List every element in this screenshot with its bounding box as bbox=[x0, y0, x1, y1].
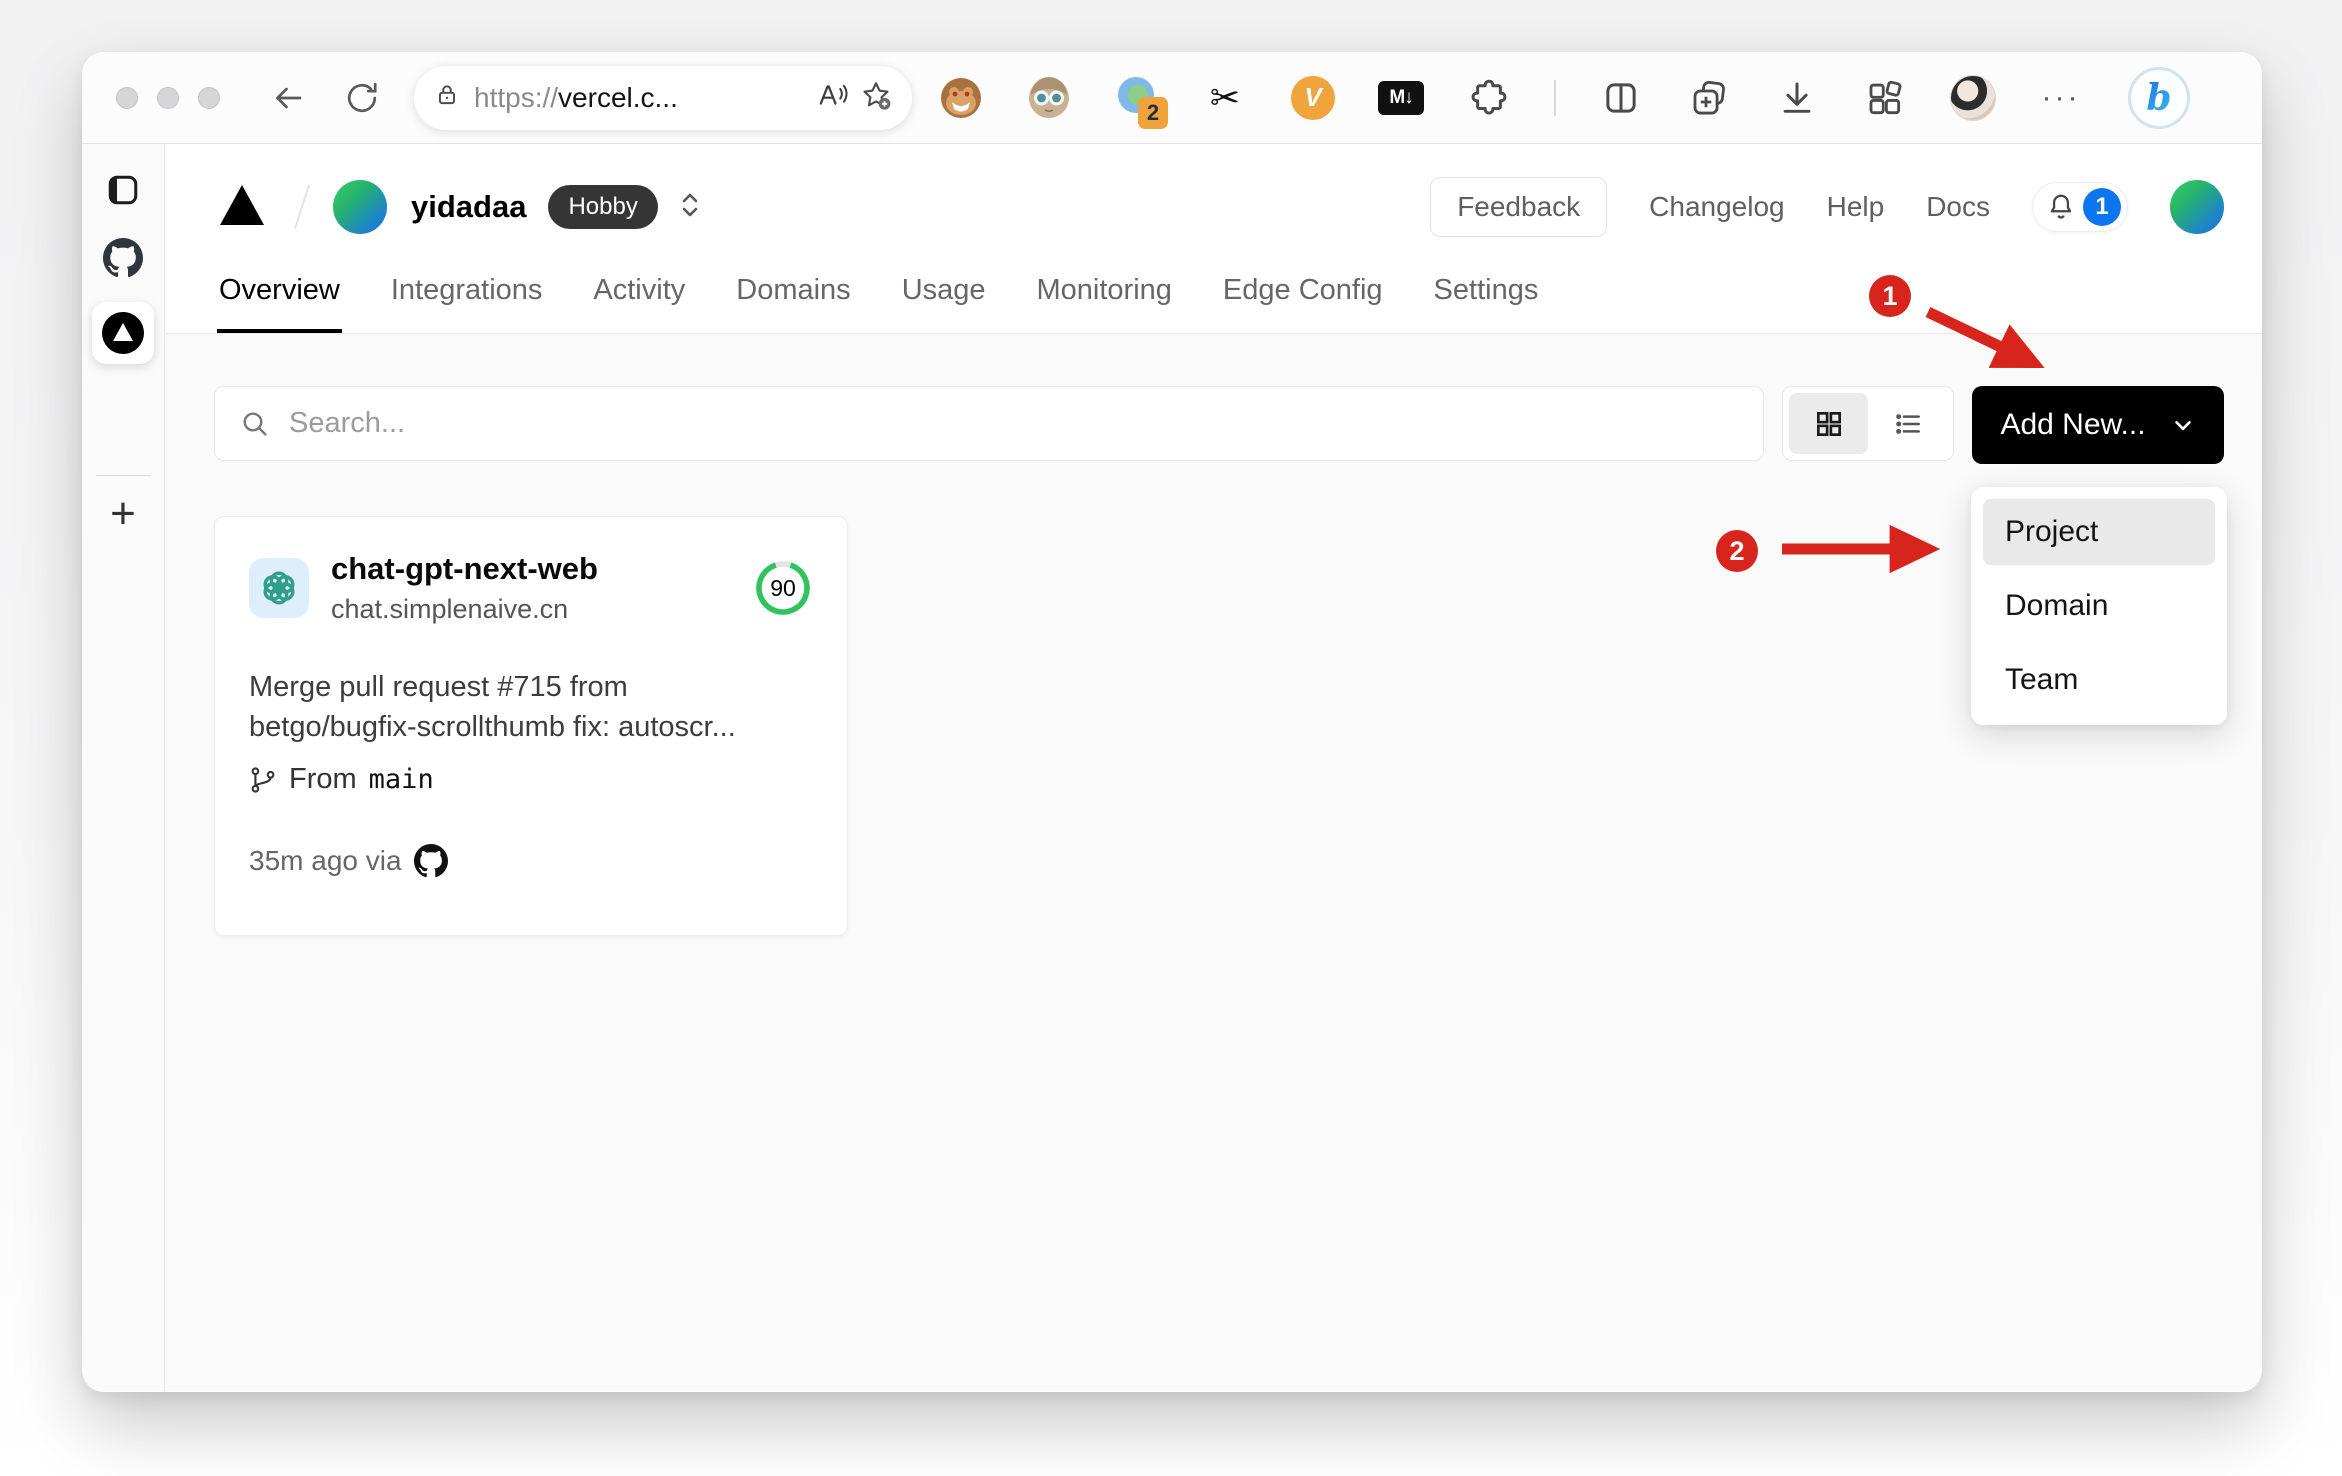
tab-settings[interactable]: Settings bbox=[1432, 264, 1541, 333]
docs-link[interactable]: Docs bbox=[1926, 191, 1990, 223]
view-toggle bbox=[1782, 386, 1954, 461]
tab-usage[interactable]: Usage bbox=[900, 264, 988, 333]
bing-chat-icon[interactable]: b bbox=[2126, 66, 2192, 129]
scissors-extension-icon[interactable]: ✂ bbox=[1202, 75, 1248, 121]
grid-view-button[interactable] bbox=[1789, 393, 1868, 454]
feedback-button[interactable]: Feedback bbox=[1430, 177, 1608, 237]
proxy-badge-count: 2 bbox=[1138, 96, 1168, 129]
help-link[interactable]: Help bbox=[1827, 191, 1885, 223]
vercel-header: yidadaa Hobby Feedback Changelog Help Do… bbox=[165, 144, 2262, 334]
vercel-logo-icon[interactable] bbox=[217, 183, 267, 232]
url-text: https://vercel.c... bbox=[474, 81, 678, 113]
team-avatar[interactable] bbox=[333, 180, 387, 234]
proxy-extension-icon[interactable]: 2 bbox=[1114, 75, 1168, 129]
deploy-time: 35m ago via bbox=[249, 845, 402, 876]
traffic-lights bbox=[116, 86, 220, 109]
lock-icon bbox=[434, 82, 460, 113]
dropdown-item-team[interactable]: Team bbox=[1983, 647, 2215, 713]
list-view-button[interactable] bbox=[1868, 393, 1947, 454]
more-menu-icon[interactable]: ··· bbox=[2038, 75, 2084, 121]
address-bar[interactable]: https://vercel.c... bbox=[414, 65, 912, 130]
tab-bar: Overview Integrations Activity Domains U… bbox=[217, 264, 2224, 333]
plan-badge: Hobby bbox=[548, 185, 658, 229]
sidebar-divider bbox=[96, 475, 151, 476]
search-input[interactable] bbox=[289, 407, 1739, 440]
overview-content: Add New... Project Domain Team bbox=[165, 334, 2262, 1391]
project-search[interactable] bbox=[214, 386, 1764, 461]
tab-monitoring[interactable]: Monitoring bbox=[1035, 264, 1174, 333]
tab-domains[interactable]: Domains bbox=[734, 264, 852, 333]
vercel-page: yidadaa Hobby Feedback Changelog Help Do… bbox=[165, 144, 2262, 1391]
refresh-icon[interactable] bbox=[340, 76, 384, 120]
split-screen-icon[interactable] bbox=[1598, 75, 1644, 121]
collections-icon[interactable] bbox=[1686, 75, 1732, 121]
annotation-step-1: 1 bbox=[1869, 275, 1911, 317]
dropdown-item-project[interactable]: Project bbox=[1983, 499, 2215, 565]
edge-sidebar: + bbox=[82, 144, 165, 1391]
changelog-link[interactable]: Changelog bbox=[1649, 191, 1784, 223]
team-name[interactable]: yidadaa bbox=[411, 189, 526, 225]
annotation-step-2: 2 bbox=[1716, 530, 1758, 572]
lighthouse-score-value: 90 bbox=[770, 574, 796, 601]
tab-integrations[interactable]: Integrations bbox=[389, 264, 545, 333]
read-aloud-icon[interactable] bbox=[816, 80, 850, 115]
team-switcher-chevrons-icon[interactable] bbox=[678, 189, 702, 226]
zoom-window-button[interactable] bbox=[198, 86, 220, 109]
notifications-button[interactable]: 1 bbox=[2032, 182, 2128, 232]
search-icon bbox=[243, 412, 267, 436]
bell-icon bbox=[2050, 194, 2072, 219]
apps-grid-icon[interactable] bbox=[1862, 75, 1908, 121]
avatar-extension-icon[interactable] bbox=[1026, 75, 1072, 121]
add-favorite-star-icon[interactable] bbox=[860, 79, 892, 116]
notification-count-badge: 1 bbox=[2083, 188, 2121, 226]
close-window-button[interactable] bbox=[116, 86, 138, 109]
tab-edge-config[interactable]: Edge Config bbox=[1221, 264, 1385, 333]
chevron-down-icon bbox=[2174, 420, 2191, 431]
profile-avatar[interactable] bbox=[1950, 74, 1996, 121]
extensions-puzzle-icon[interactable] bbox=[1466, 75, 1512, 121]
github-icon bbox=[413, 844, 448, 878]
downloads-icon[interactable] bbox=[1774, 75, 1820, 121]
user-avatar[interactable] bbox=[2170, 180, 2224, 234]
tab-activity[interactable]: Activity bbox=[591, 264, 687, 333]
minimize-window-button[interactable] bbox=[157, 86, 179, 109]
back-icon[interactable] bbox=[266, 76, 310, 120]
v-extension-icon[interactable]: V bbox=[1290, 75, 1336, 121]
list-view-icon bbox=[1895, 413, 1920, 434]
dropdown-item-domain[interactable]: Domain bbox=[1983, 573, 2215, 639]
browser-window: https://vercel.c... 2 ✂ V M↓ ··· b + yid… bbox=[82, 52, 2262, 1392]
grid-view-icon bbox=[1816, 411, 1841, 436]
branch-label: From bbox=[289, 763, 357, 795]
tampermonkey-extension-icon[interactable] bbox=[938, 75, 984, 121]
browser-toolbar: https://vercel.c... 2 ✂ V M↓ ··· b bbox=[82, 52, 2262, 144]
toolbar-divider bbox=[1554, 79, 1556, 116]
latest-commit-message: Merge pull request #715 from betgo/bugfi… bbox=[249, 671, 736, 743]
sidebar-github-tab-icon[interactable] bbox=[103, 238, 143, 278]
breadcrumb-slash bbox=[293, 184, 311, 230]
sidebar-toggle-icon[interactable] bbox=[105, 172, 141, 208]
extension-row: 2 ✂ V M↓ ··· b bbox=[938, 66, 2192, 129]
openai-logo-icon bbox=[249, 558, 309, 618]
branch-name: main bbox=[368, 764, 434, 795]
lighthouse-score-ring: 90 bbox=[753, 558, 813, 618]
project-card[interactable]: chat-gpt-next-web chat.simplenaive.cn 90… bbox=[214, 516, 848, 936]
add-new-dropdown: Project Domain Team bbox=[1971, 487, 2227, 725]
add-new-button[interactable]: Add New... bbox=[1972, 386, 2224, 464]
project-name: chat-gpt-next-web bbox=[331, 551, 598, 586]
new-tab-plus-icon[interactable]: + bbox=[110, 492, 136, 536]
sidebar-vercel-tab-active[interactable] bbox=[92, 302, 154, 364]
project-domain[interactable]: chat.simplenaive.cn bbox=[331, 594, 598, 625]
git-branch-icon bbox=[251, 766, 275, 793]
markdown-extension-icon[interactable]: M↓ bbox=[1378, 75, 1424, 121]
tab-overview[interactable]: Overview bbox=[217, 264, 342, 333]
